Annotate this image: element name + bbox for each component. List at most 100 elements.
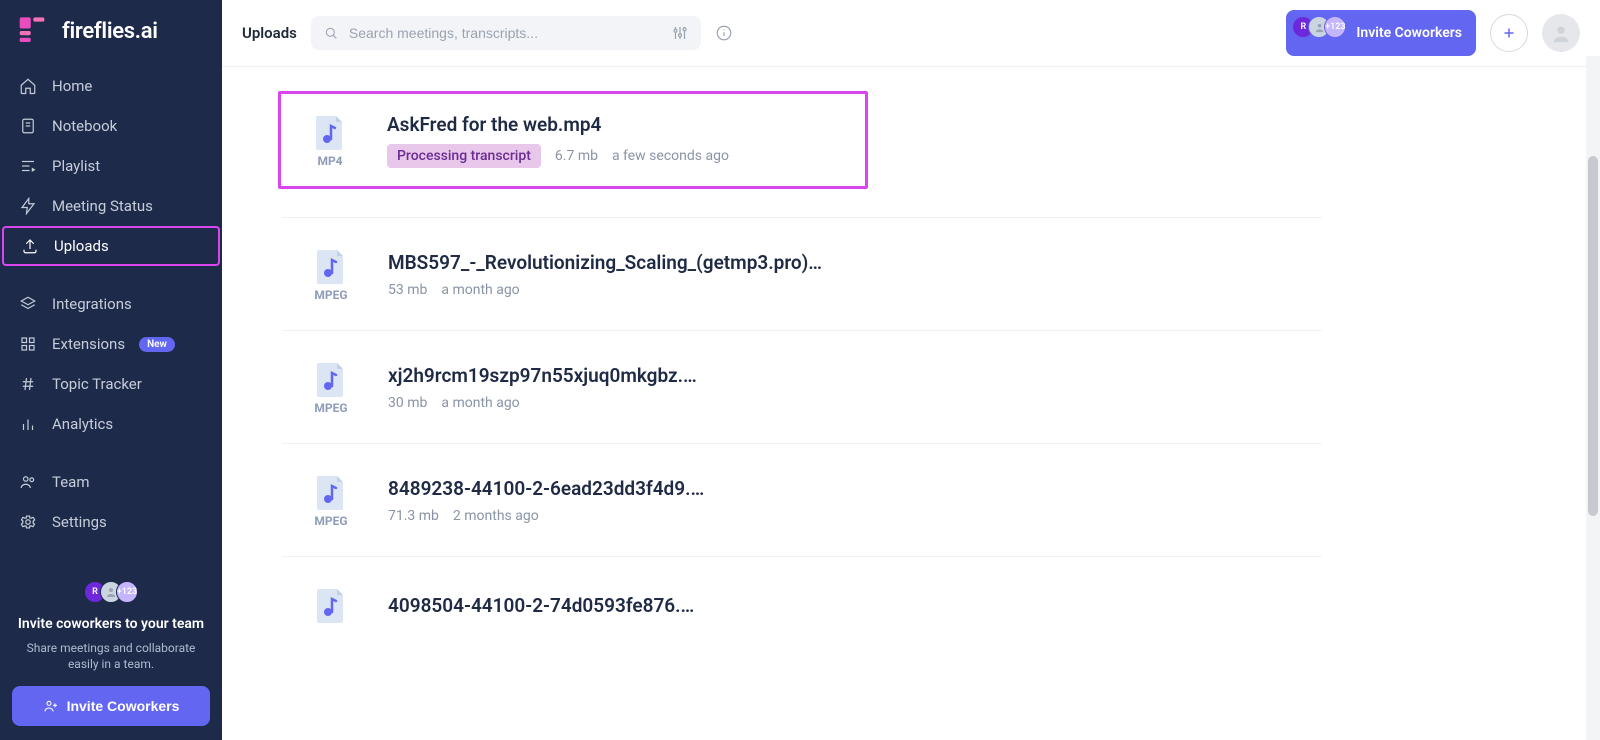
nav-label: Integrations xyxy=(52,295,132,313)
nav-label: Extensions xyxy=(52,335,125,353)
file-time: a few seconds ago xyxy=(612,148,729,164)
file-extension: MP4 xyxy=(317,154,342,168)
file-extension: MPEG xyxy=(314,401,347,415)
audio-file-icon xyxy=(311,472,351,512)
file-thumbnail: MPEG xyxy=(302,359,360,415)
nav-label: Playlist xyxy=(52,157,100,175)
upload-item[interactable]: 4098504-44100-2-74d0593fe876.… xyxy=(282,557,1322,653)
sidebar-item-settings[interactable]: Settings xyxy=(0,502,222,542)
search-box[interactable] xyxy=(311,16,701,50)
file-thumbnail: MPEG xyxy=(302,472,360,528)
user-icon xyxy=(1550,22,1572,44)
status-badge: Processing transcript xyxy=(387,144,541,168)
file-info: 4098504-44100-2-74d0593fe876.… xyxy=(388,594,694,617)
invite-subtext: Share meetings and collaborate easily in… xyxy=(12,640,210,672)
nav-label: Notebook xyxy=(52,117,117,135)
file-info: 8489238-44100-2-6ead23dd3f4d9.… 71.3 mb … xyxy=(388,477,704,524)
plus-icon xyxy=(1500,24,1518,42)
upload-item[interactable]: MPEG xj2h9rcm19szp97n55xjuq0mkgbz.… 30 m… xyxy=(282,331,1322,444)
invite-coworkers-button[interactable]: Invite Coworkers xyxy=(12,686,210,726)
nav-label: Topic Tracker xyxy=(52,375,142,393)
audio-file-icon xyxy=(311,585,351,625)
file-time: a month ago xyxy=(441,282,519,298)
bars-icon xyxy=(18,414,38,434)
nav-label: Settings xyxy=(52,513,107,531)
sidebar-item-home[interactable]: Home xyxy=(0,66,222,106)
sidebar-item-notebook[interactable]: Notebook xyxy=(0,106,222,146)
logo-text: fireflies.ai xyxy=(62,19,158,44)
file-title: MBS597_-_Revolutionizing_Scaling_(getmp3… xyxy=(388,251,822,274)
nav-label: Home xyxy=(52,77,92,95)
nav-label: Uploads xyxy=(54,237,109,255)
app-logo[interactable]: fireflies.ai xyxy=(0,0,222,66)
sidebar-item-extensions[interactable]: Extensions New xyxy=(0,324,222,364)
topbar: Uploads R +123 Invite Coworkers xyxy=(222,0,1600,67)
nav-label: Meeting Status xyxy=(52,197,153,215)
main-area: Uploads R +123 Invite Coworkers xyxy=(222,0,1600,740)
scrollbar[interactable] xyxy=(1586,56,1600,740)
invite-label: Invite Coworkers xyxy=(1356,25,1462,41)
logo-icon xyxy=(18,14,52,48)
sidebar-item-analytics[interactable]: Analytics xyxy=(0,404,222,444)
primary-nav: Home Notebook Playlist Meeting Status xyxy=(0,66,222,542)
audio-file-icon xyxy=(311,359,351,399)
layers-icon xyxy=(18,294,38,314)
file-title: AskFred for the web.mp4 xyxy=(387,113,729,136)
sidebar-item-topic-tracker[interactable]: Topic Tracker xyxy=(0,364,222,404)
sidebar-item-team[interactable]: Team xyxy=(0,462,222,502)
notebook-icon xyxy=(18,116,38,136)
file-size: 53 mb xyxy=(388,282,427,298)
sidebar-item-playlist[interactable]: Playlist xyxy=(0,146,222,186)
avatar-count-badge: +123 xyxy=(116,581,138,603)
person-add-icon xyxy=(43,698,59,714)
file-title: 8489238-44100-2-6ead23dd3f4d9.… xyxy=(388,477,704,500)
info-icon[interactable] xyxy=(715,24,733,42)
file-thumbnail: MPEG xyxy=(302,246,360,302)
invite-button-label: Invite Coworkers xyxy=(67,698,180,714)
file-info: xj2h9rcm19szp97n55xjuq0mkgbz.… 30 mb a m… xyxy=(388,364,697,411)
sliders-icon[interactable] xyxy=(671,24,689,42)
sidebar: fireflies.ai Home Notebook Playlist xyxy=(0,0,222,740)
upload-item[interactable]: MPEG MBS597_-_Revolutionizing_Scaling_(g… xyxy=(282,218,1322,331)
file-thumbnail: MP4 xyxy=(301,112,359,168)
search-icon xyxy=(323,25,339,41)
audio-file-icon xyxy=(311,246,351,286)
audio-file-icon xyxy=(310,112,350,152)
nav-label: Analytics xyxy=(52,415,113,433)
scrollbar-thumb[interactable] xyxy=(1588,156,1598,516)
profile-avatar-button[interactable] xyxy=(1542,14,1580,52)
sidebar-invite-panel: R +123 Invite coworkers to your team Sha… xyxy=(0,571,222,740)
file-title: 4098504-44100-2-74d0593fe876.… xyxy=(388,594,694,617)
invite-heading: Invite coworkers to your team xyxy=(12,615,210,634)
page-title: Uploads xyxy=(242,24,297,42)
upload-item[interactable]: MPEG 8489238-44100-2-6ead23dd3f4d9.… 71.… xyxy=(282,444,1322,557)
file-size: 71.3 mb xyxy=(388,508,439,524)
badge-new: New xyxy=(139,337,175,352)
hash-icon xyxy=(18,374,38,394)
search-input[interactable] xyxy=(349,25,661,41)
upload-icon xyxy=(20,236,40,256)
file-extension: MPEG xyxy=(314,288,347,302)
upload-list: MP4 AskFred for the web.mp4 Processing t… xyxy=(282,91,1322,653)
sidebar-item-meeting-status[interactable]: Meeting Status xyxy=(0,186,222,226)
sidebar-item-uploads[interactable]: Uploads xyxy=(2,226,220,266)
avatar-stack: R +123 xyxy=(1292,16,1346,38)
sidebar-item-integrations[interactable]: Integrations xyxy=(0,284,222,324)
file-info: MBS597_-_Revolutionizing_Scaling_(getmp3… xyxy=(388,251,822,298)
file-extension: MPEG xyxy=(314,514,347,528)
invite-coworkers-top-button[interactable]: R +123 Invite Coworkers xyxy=(1286,10,1476,56)
file-time: 2 months ago xyxy=(453,508,539,524)
avatar-count-badge: +123 xyxy=(1324,16,1346,38)
home-icon xyxy=(18,76,38,96)
bolt-icon xyxy=(18,196,38,216)
playlist-icon xyxy=(18,156,38,176)
file-time: a month ago xyxy=(441,395,519,411)
file-title: xj2h9rcm19szp97n55xjuq0mkgbz.… xyxy=(388,364,697,387)
grid-icon xyxy=(18,334,38,354)
team-icon xyxy=(18,472,38,492)
upload-item[interactable]: MP4 AskFred for the web.mp4 Processing t… xyxy=(278,91,868,189)
uploads-content: MP4 AskFred for the web.mp4 Processing t… xyxy=(222,67,1600,740)
add-button[interactable] xyxy=(1490,14,1528,52)
avatar-stack: R +123 xyxy=(12,581,210,603)
nav-label: Team xyxy=(52,473,90,491)
